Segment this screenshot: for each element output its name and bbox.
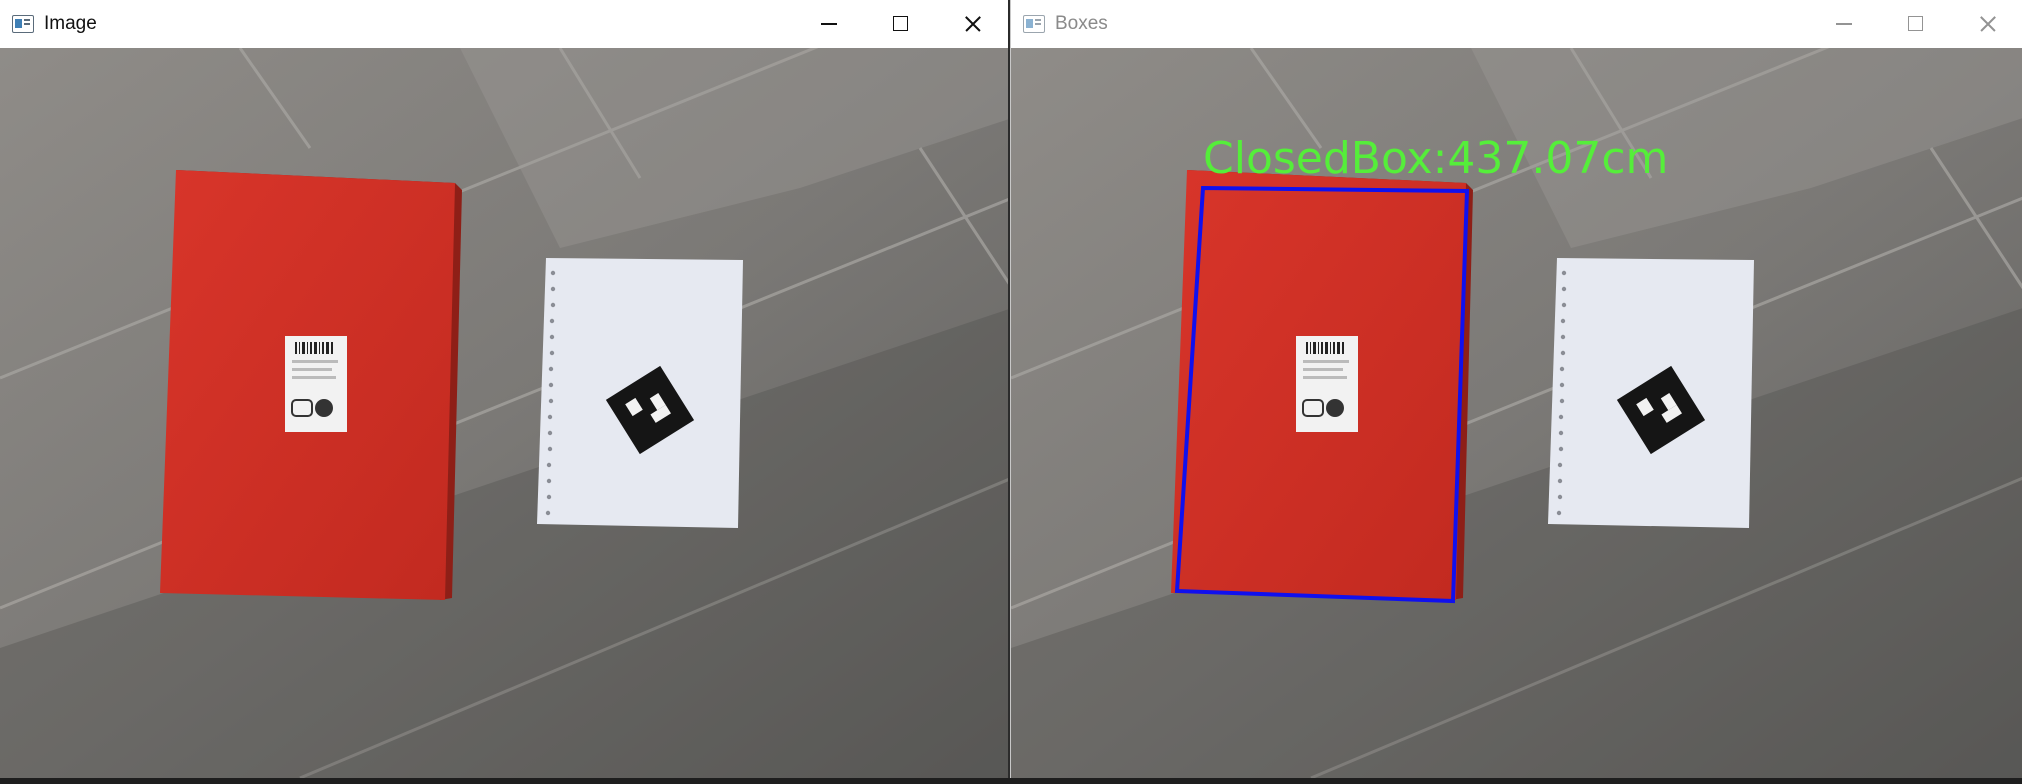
boxes-window-titlebar[interactable]: Boxes [1011, 0, 2022, 48]
close-icon[interactable] [936, 0, 1008, 48]
maximize-icon[interactable] [1879, 0, 1951, 48]
camera-frame [0, 48, 1008, 778]
boxes-window[interactable]: Boxes ClosedBox:437.07cm [1010, 0, 2022, 778]
app-icon [1023, 15, 1045, 33]
camera-image-view[interactable] [0, 48, 1008, 778]
minimize-icon[interactable] [1807, 0, 1879, 48]
maximize-icon[interactable] [864, 0, 936, 48]
taskbar-strip [0, 778, 2022, 784]
annotated-frame: ClosedBox:437.07cm [1011, 48, 2022, 778]
window-controls [1807, 0, 2022, 48]
box-measurement-label: ClosedBox:437.07cm [1203, 133, 1668, 184]
window-title: Boxes [1055, 13, 1108, 34]
window-title: Image [44, 13, 97, 34]
close-icon[interactable] [1951, 0, 2022, 48]
image-window[interactable]: Image [0, 0, 1008, 778]
boxes-image-view[interactable]: ClosedBox:437.07cm [1011, 48, 2022, 778]
image-window-titlebar[interactable]: Image [0, 0, 1008, 48]
window-controls [792, 0, 1008, 48]
minimize-icon[interactable] [792, 0, 864, 48]
app-icon [12, 15, 34, 33]
